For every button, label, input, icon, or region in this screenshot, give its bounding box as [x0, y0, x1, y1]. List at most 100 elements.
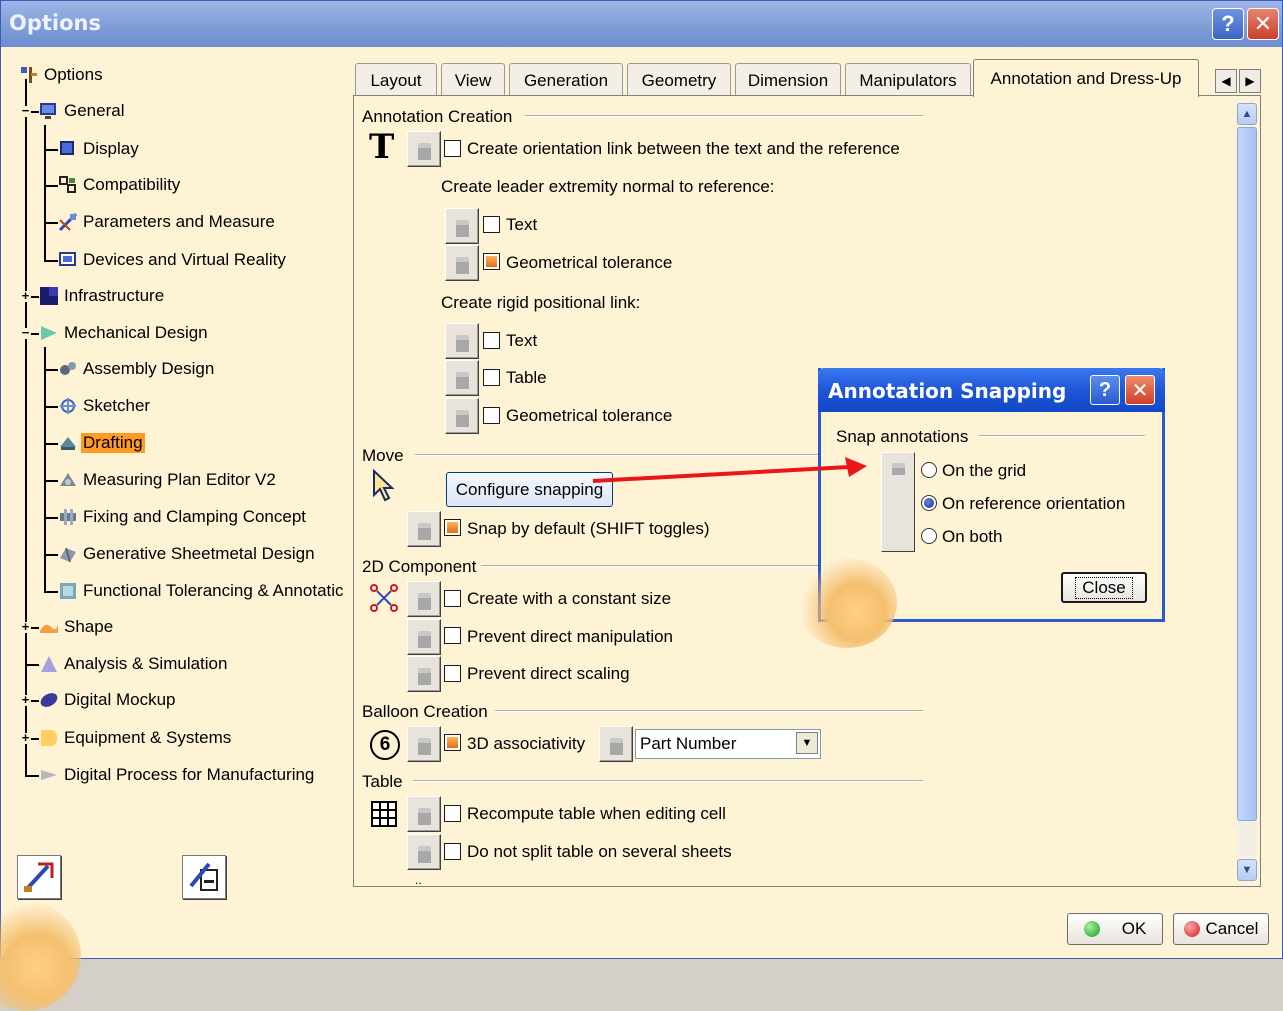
- devices-icon: [59, 252, 76, 266]
- tree-item-functional-tolerancing[interactable]: Functional Tolerancing & Annotatic: [58, 577, 346, 605]
- lock-button[interactable]: [407, 619, 441, 655]
- orientation-link-checkbox[interactable]: [444, 140, 461, 157]
- lock-button[interactable]: [445, 323, 479, 359]
- constant-size-checkbox[interactable]: [444, 590, 461, 607]
- chevron-down-icon[interactable]: ▼: [796, 732, 818, 754]
- snap-close-x-button[interactable]: ✕: [1125, 375, 1155, 405]
- help-button[interactable]: ?: [1212, 8, 1244, 40]
- tree-item-digital-mockup[interactable]: Digital Mockup: [39, 686, 178, 714]
- tab-manipulators[interactable]: Manipulators: [845, 63, 971, 97]
- rigid-table-checkbox[interactable]: [483, 369, 500, 386]
- radio-on-grid-label: On the grid: [942, 461, 1027, 480]
- lock-button[interactable]: [599, 726, 633, 762]
- snap-group-title: Snap annotations: [836, 427, 969, 446]
- tab-geometry[interactable]: Geometry: [627, 63, 731, 97]
- associativity-3d-checkbox[interactable]: [444, 734, 461, 751]
- tree-item-sketcher[interactable]: Sketcher: [58, 392, 152, 420]
- tab-scroll-right-button[interactable]: ▶: [1239, 69, 1261, 93]
- scroll-thumb[interactable]: [1237, 127, 1257, 821]
- tab-generation[interactable]: Generation: [509, 63, 623, 97]
- table-icon: [371, 801, 397, 827]
- radio-on-reference-orientation[interactable]: [921, 495, 937, 511]
- prevent-manipulation-checkbox[interactable]: [444, 627, 461, 644]
- prevent-scaling-checkbox[interactable]: [444, 665, 461, 682]
- panel-scrollbar[interactable]: ▲ ▼: [1235, 101, 1259, 883]
- tree-root-options[interactable]: Options: [19, 61, 105, 89]
- expand-infrastructure-toggle[interactable]: +: [20, 289, 31, 302]
- leader-geom-tolerance-checkbox[interactable]: [483, 253, 500, 270]
- collapse-mechanical-toggle[interactable]: −: [20, 326, 31, 339]
- reset-icon: [24, 862, 54, 892]
- tree-item-drafting[interactable]: Drafting: [58, 429, 145, 457]
- tree-item-compatibility[interactable]: Compatibility: [58, 171, 182, 199]
- tree-item-label: Devices and Virtual Reality: [83, 250, 286, 269]
- tree-item-display[interactable]: Display: [58, 135, 141, 163]
- lock-button[interactable]: [445, 208, 479, 244]
- scroll-up-button[interactable]: ▲: [1237, 103, 1257, 125]
- tree-item-general[interactable]: General: [39, 97, 126, 125]
- tab-dimension[interactable]: Dimension: [735, 63, 841, 97]
- functional-tolerancing-icon: [60, 583, 76, 599]
- recompute-table-checkbox[interactable]: [444, 805, 461, 822]
- lock-button[interactable]: [407, 131, 441, 167]
- expand-dmu-toggle[interactable]: +: [20, 693, 31, 706]
- tree-item-mechanical-design[interactable]: Mechanical Design: [39, 319, 210, 347]
- lock-button[interactable]: [407, 511, 441, 547]
- lock-button[interactable]: [407, 796, 441, 832]
- lock-button[interactable]: [407, 726, 441, 762]
- tab-scroll-left-button[interactable]: ◀: [1215, 69, 1237, 93]
- assembly-design-icon: [60, 362, 76, 375]
- radio-on-both[interactable]: [921, 528, 937, 544]
- tree-line: [44, 125, 46, 261]
- tree-item-label: Parameters and Measure: [83, 212, 275, 231]
- lock-button[interactable]: [407, 581, 441, 617]
- tree-item-parameters[interactable]: Parameters and Measure: [58, 208, 277, 236]
- collapse-general-toggle[interactable]: −: [20, 104, 31, 117]
- tree-item-sheetmetal[interactable]: Generative Sheetmetal Design: [58, 540, 317, 568]
- tree-item-digital-process[interactable]: Digital Process for Manufacturing: [39, 761, 316, 789]
- tree-item-equipment[interactable]: Equipment & Systems: [39, 724, 233, 752]
- reset-settings-button[interactable]: [17, 855, 61, 899]
- tab-layout[interactable]: Layout: [355, 63, 437, 97]
- tab-annotation-dress-up[interactable]: Annotation and Dress-Up: [973, 59, 1199, 97]
- tree-item-label: General: [64, 101, 125, 120]
- digital-mockup-icon: [40, 693, 58, 707]
- configure-snapping-button[interactable]: Configure snapping: [446, 472, 613, 507]
- lock-button[interactable]: [445, 398, 479, 434]
- snap-lock-button[interactable]: [881, 452, 915, 552]
- close-window-button[interactable]: ✕: [1247, 8, 1279, 40]
- tree-item-devices[interactable]: Devices and Virtual Reality: [58, 246, 288, 274]
- ok-button[interactable]: OK: [1067, 913, 1163, 945]
- tab-view[interactable]: View: [441, 63, 505, 97]
- lock-button[interactable]: [445, 245, 479, 281]
- divider: [525, 115, 923, 117]
- tree-item-label: Infrastructure: [64, 286, 165, 305]
- equipment-icon: [41, 730, 57, 746]
- lock-button[interactable]: [445, 360, 479, 396]
- rigid-text-checkbox[interactable]: [483, 332, 500, 349]
- expand-shape-toggle[interactable]: +: [20, 620, 31, 633]
- cancel-button[interactable]: Cancel: [1173, 913, 1269, 945]
- snap-close-button[interactable]: Close: [1061, 572, 1147, 603]
- snap-by-default-checkbox[interactable]: [444, 519, 461, 536]
- snap-help-button[interactable]: ?: [1090, 375, 1120, 405]
- rigid-geom-tolerance-checkbox[interactable]: [483, 407, 500, 424]
- radio-on-grid[interactable]: [921, 462, 937, 478]
- tools-settings-button[interactable]: [182, 855, 226, 899]
- snap-by-default-label: Snap by default (SHIFT toggles): [467, 519, 710, 538]
- balloon-text-select[interactable]: Part Number ▼: [635, 729, 821, 759]
- tree-item-infrastructure[interactable]: Infrastructure: [39, 282, 166, 310]
- tree-item-analysis[interactable]: Analysis & Simulation: [39, 650, 229, 678]
- lock-button[interactable]: [407, 834, 441, 870]
- tree-item-assembly-design[interactable]: Assembly Design: [58, 355, 216, 383]
- leader-text-label: Text: [506, 215, 538, 234]
- no-split-table-checkbox[interactable]: [444, 843, 461, 860]
- lock-button[interactable]: [407, 656, 441, 692]
- expand-equipment-toggle[interactable]: +: [20, 731, 31, 744]
- leader-text-checkbox[interactable]: [483, 216, 500, 233]
- tree-item-shape[interactable]: Shape: [39, 613, 115, 641]
- tree-item-fixing-clamping[interactable]: Fixing and Clamping Concept: [58, 503, 308, 531]
- scroll-down-button[interactable]: ▼: [1237, 859, 1257, 881]
- tree-item-measuring-plan[interactable]: Measuring Plan Editor V2: [58, 466, 278, 494]
- infrastructure-icon: [40, 287, 58, 305]
